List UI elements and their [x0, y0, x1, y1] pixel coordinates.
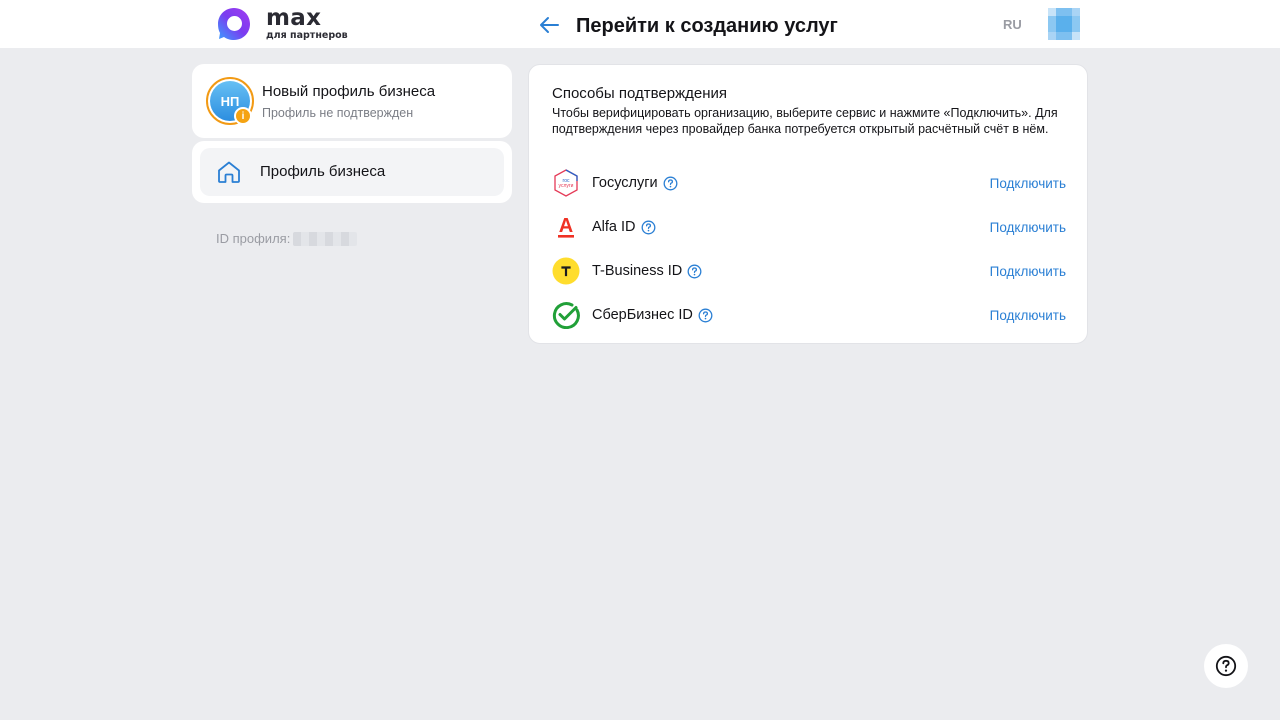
provider-row-alfa-id: A Alfa ID Подключить — [552, 211, 1066, 243]
brand-subtitle: для партнеров — [266, 30, 348, 41]
provider-row-sberbusiness-id: СберБизнес ID Подключить — [552, 299, 1066, 331]
connect-button-t-business-id[interactable]: Подключить — [990, 264, 1066, 279]
connect-button-sberbusiness-id[interactable]: Подключить — [990, 308, 1066, 323]
business-profile-card[interactable]: НП i Новый профиль бизнеса Профиль не по… — [192, 64, 512, 138]
alfa-icon: A — [552, 213, 580, 241]
question-circle-icon[interactable] — [687, 264, 702, 279]
provider-name: T-Business ID — [592, 263, 683, 279]
language-switch[interactable]: RU — [1003, 17, 1022, 32]
tbank-icon — [552, 257, 580, 285]
provider-row-t-business-id: T-Business ID Подключить — [552, 255, 1066, 287]
question-circle-icon — [1215, 655, 1237, 677]
connect-button-gosuslugi[interactable]: Подключить — [990, 176, 1066, 191]
max-logo-icon — [218, 8, 250, 40]
brand-logo[interactable]: max для партнеров — [216, 6, 348, 42]
profile-id: ID профиля: — [216, 231, 358, 246]
verification-card: Способы подтверждения Чтобы верифицирова… — [528, 64, 1088, 344]
back-button[interactable] — [536, 12, 562, 38]
connect-button-alfa-id[interactable]: Подключить — [990, 220, 1066, 235]
verification-title: Способы подтверждения — [552, 85, 728, 102]
profile-status: Профиль не подтвержден — [262, 106, 414, 120]
provider-row-gosuslugi: гос услуги Госуслуги Подключить — [552, 167, 1066, 199]
top-bar: max для партнеров Перейти к созданию усл… — [0, 0, 1280, 48]
home-icon — [218, 161, 240, 183]
profile-id-label: ID профиля: — [216, 231, 291, 246]
profile-name: Новый профиль бизнеса — [262, 83, 436, 100]
sidebar-item-label: Профиль бизнеса — [260, 163, 386, 180]
page-title: Перейти к созданию услуг — [576, 15, 838, 37]
info-badge-icon: i — [234, 107, 252, 125]
help-button[interactable] — [1204, 644, 1248, 688]
sidebar-item-business-profile[interactable]: Профиль бизнеса — [200, 148, 504, 196]
profile-id-redacted — [293, 231, 358, 246]
verification-description: Чтобы верифицировать организацию, выбери… — [552, 106, 1058, 136]
user-avatar[interactable] — [1048, 8, 1080, 40]
provider-name: Госуслуги — [592, 175, 658, 191]
question-circle-icon[interactable] — [698, 308, 713, 323]
provider-name: СберБизнес ID — [592, 307, 693, 323]
question-circle-icon[interactable] — [641, 220, 656, 235]
alfa-logo-letter: A — [559, 215, 573, 237]
arrow-left-icon — [540, 17, 559, 33]
provider-name: Alfa ID — [592, 219, 636, 235]
gosuslugi-logo-text: услуги — [559, 183, 574, 189]
brand-name: max — [266, 5, 322, 31]
question-circle-icon[interactable] — [663, 176, 678, 191]
gosuslugi-icon: гос услуги — [552, 169, 580, 197]
sber-icon — [552, 301, 580, 329]
sidebar-nav: Профиль бизнеса — [192, 141, 512, 203]
